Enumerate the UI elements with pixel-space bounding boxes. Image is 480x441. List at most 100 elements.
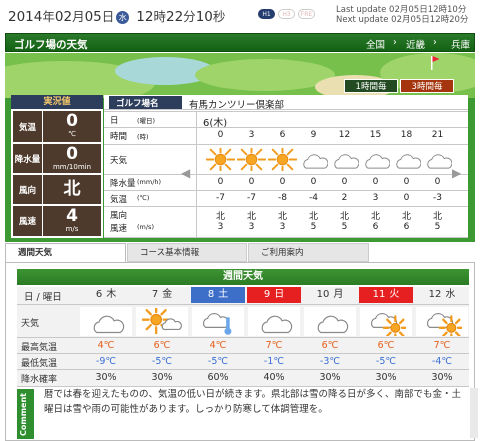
weekly-pop-2: 60% [207,372,229,383]
weekly-weekday-1: 金 [162,289,173,300]
mode-button-h3[interactable]: H3 [278,9,295,19]
precip-5: 0 [372,177,379,187]
wind-speed-2: 3 [279,222,286,232]
current-value-cell-0: 0 ℃ [43,111,101,142]
weekly-max-3: 7℃ [265,340,283,351]
wind-speed-0: 3 [217,222,224,232]
date-unit-month: 月 [72,9,85,24]
current-value-2: 北 [63,179,81,199]
weekly-weekday-0: 木 [106,289,117,300]
wind-speed-label: 風速 [110,224,128,234]
wind-dir-4: 北 [339,212,349,222]
weekly-min-6: -4℃ [431,356,453,367]
next-update-text: Next update 02月05日12時20分 [336,15,469,25]
current-unit-0: ℃ [68,130,76,138]
weekly-max-0: 4℃ [97,340,115,351]
weekly-max-4: 6℃ [321,340,339,351]
scroll-left-arrow[interactable]: ◀ [181,166,190,180]
precip-7: 0 [434,177,441,187]
wind-dir-6: 北 [401,212,411,222]
weekly-weather-icon-1 [142,308,182,335]
weekly-comment: 暦では春を迎えたものの、気温の低い日が続きます。県北部は雪の降る日が多く、南部で… [44,389,462,415]
current-value-cell-2: 北 [43,175,101,204]
comment-label: Comment [19,393,28,436]
weekly-row-border [17,353,469,354]
date-year: 2014 [8,9,43,25]
forecast-weather-icon-1 [237,148,266,171]
current-value-cell-1: 0 mm/10min [43,144,101,173]
table-row-border [104,144,468,145]
current-value-cell-3: 4 m/s [43,206,101,236]
hour-0: 0 [217,130,224,140]
day-sublabel: (曜日) [137,117,156,125]
weekly-heading: 週間天気 [17,269,469,285]
weekly-max-1: 6℃ [153,340,171,351]
weekly-day-number-4: 10 [316,289,330,300]
wind-speed-4: 5 [341,222,348,232]
weekly-weekday-5: 火 [389,289,400,300]
weekly-weekday-2: 土 [218,289,229,300]
wind-dir-label: 風向 [110,211,128,221]
weekly-tab-0[interactable]: 週間天気 [5,243,126,262]
time-label: 時間 [110,132,128,142]
interval-tab-3h[interactable]: 3時間毎 [400,79,454,93]
weekly-min-5: -5℃ [375,356,397,367]
table-row-border [104,190,468,191]
weekly-row-border [17,304,469,305]
wind-speed-1: 3 [248,222,255,232]
forecast-weather-icon-2 [268,148,297,171]
weekly-day-3: 9日 [247,287,301,303]
course-name-label: ゴルフ場名 [116,99,159,109]
weekly-row-border [17,337,469,338]
weekly-day-number-5: 11 [372,289,386,300]
breadcrumb-1[interactable]: 近畿 [406,37,425,51]
comment-label-bar: Comment [17,389,34,439]
interval-tab-1h[interactable]: 1時間毎 [344,79,398,93]
current-value-0: 0 [66,111,78,131]
weekly-day-6: 12 水 [415,287,469,303]
current-label-3: 風速 [13,206,42,236]
forecast-weather-icon-5 [365,154,390,169]
time-unit-minute: 分 [183,9,196,24]
weekday-badge: 水 [116,11,130,24]
hour-6: 18 [400,130,413,140]
mode-button-fre[interactable]: FRE [298,9,315,19]
current-value-3: 4 [66,206,78,226]
temp-7: -3 [433,193,442,203]
table-row-border [104,174,468,175]
weekly-tab-1[interactable]: コース基本情報 [127,243,247,262]
forecast-weather-icon-6 [396,154,421,169]
breadcrumb-2[interactable]: 兵庫 [451,37,470,51]
scroll-right-arrow[interactable]: ▶ [452,166,461,180]
precip-6: 0 [403,177,410,187]
weekly-weather-label: 天気 [21,319,40,329]
temp-4: 2 [341,193,348,203]
day-label: 日 [110,116,119,126]
precip-1: 0 [248,177,255,187]
weekly-weather-icon-5 [370,312,406,336]
breadcrumb-0[interactable]: 全国 [366,37,385,51]
wind-speed-6: 6 [403,222,410,232]
comment-scrollbar[interactable] [470,388,478,438]
wind-dir-2: 北 [277,212,287,222]
weekly-max-label: 最高気温 [21,343,58,353]
time-unit-second: 秒 [212,9,226,24]
precip-0: 0 [217,177,224,187]
weekly-min-label: 最低気温 [21,359,58,369]
mode-button-h1[interactable]: H1 [258,9,275,19]
golf-weather-widget: 2014年02月05日水 12時22分10秒 H1 H3 FRE Last update … [0,0,480,441]
weekly-tab-2[interactable]: ご利用案内 [248,243,369,262]
breadcrumb-separator: › [433,37,437,48]
weekly-row-border [17,369,469,370]
weekly-day-number-3: 9 [263,289,271,300]
weekly-max-2: 4℃ [209,340,227,351]
current-unit-1: mm/10min [52,163,92,171]
wind-dir-7: 北 [432,212,442,222]
time-second: 10 [195,9,213,25]
wind-dir-0: 北 [215,212,225,222]
temp-0: -7 [216,193,225,203]
wind-speed-sublabel: (m/s) [137,223,154,231]
weekly-pop-6: 30% [431,372,453,383]
forecast-weather-icon-4 [334,154,359,169]
weekly-day-number-1: 7 [151,289,159,300]
